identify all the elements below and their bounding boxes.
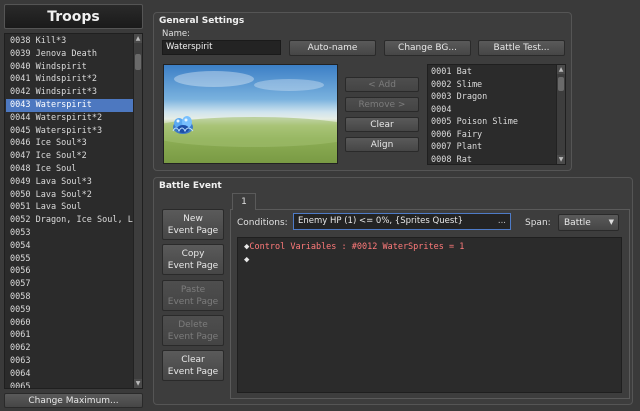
troop-list-item[interactable]: 0053 — [6, 227, 133, 240]
troop-list-item[interactable]: 0051 Lava Soul — [6, 201, 133, 214]
delete-event-page-button[interactable]: Delete Event Page — [162, 315, 224, 346]
troop-list-item[interactable]: 0063 — [6, 355, 133, 368]
troop-list-item[interactable]: 0059 — [6, 304, 133, 317]
command-diamond-icon: ◆ — [244, 255, 250, 265]
troops-panel: Troops 0038 Kill*3 0039 Jenova Death 0040 … — [0, 0, 148, 411]
troop-list-item[interactable]: 0043 Waterspirit — [6, 99, 133, 112]
ellipsis-icon[interactable]: ... — [498, 214, 506, 229]
button-label-line2: Event Page — [167, 260, 219, 271]
scroll-up-arrow-icon[interactable]: ▲ — [557, 65, 565, 74]
button-label-line1: Paste — [180, 284, 206, 295]
name-label: Name: — [162, 29, 190, 39]
troop-list[interactable]: 0038 Kill*3 0039 Jenova Death 0040 Windspi… — [4, 33, 143, 389]
troop-list-item[interactable]: 0050 Lava Soul*2 — [6, 189, 133, 202]
change-maximum-button[interactable]: Change Maximum... — [4, 393, 143, 408]
troop-list-item[interactable]: 0056 — [6, 265, 133, 278]
troop-list-item[interactable]: 0045 Waterspirit*3 — [6, 125, 133, 138]
troop-list-item[interactable]: 0054 — [6, 240, 133, 253]
battle-event-title: Battle Event — [159, 181, 222, 191]
cloud — [254, 79, 324, 91]
enemy-list-item[interactable]: 0003 Dragon — [431, 91, 555, 104]
troop-list-item[interactable]: 0048 Ice Soul — [6, 163, 133, 176]
enemy-list-item[interactable]: 0001 Bat — [431, 66, 555, 79]
troop-list-item[interactable]: 0058 — [6, 291, 133, 304]
enemy-list-item[interactable]: 0008 Rat — [431, 154, 555, 165]
change-bg-button[interactable]: Change BG... — [384, 40, 471, 56]
command-text: Control Variables : #0012 WaterSprites =… — [249, 242, 465, 252]
event-command-line[interactable]: ◆ — [244, 254, 249, 266]
enemy-list-item[interactable]: 0004 — [431, 104, 555, 117]
troop-list-item[interactable]: 0065 — [6, 381, 133, 388]
chevron-down-icon: ▼ — [608, 218, 614, 226]
waterspirit-enemy-sprite[interactable] — [170, 111, 196, 137]
enemy-list-item[interactable]: 0002 Slime — [431, 79, 555, 92]
button-label-line2: Event Page — [167, 331, 219, 342]
troop-list-item[interactable]: 0040 Windspirit — [6, 61, 133, 74]
button-label-line1: Delete — [178, 319, 208, 330]
scroll-down-arrow-icon[interactable]: ▼ — [557, 155, 565, 164]
troop-list-item[interactable]: 0047 Ice Soul*2 — [6, 150, 133, 163]
cloud — [174, 71, 254, 87]
general-settings-title: General Settings — [159, 16, 245, 26]
troop-list-item[interactable]: 0044 Waterspirit*2 — [6, 112, 133, 125]
copy-event-page-button[interactable]: Copy Event Page — [162, 244, 224, 275]
troop-list-item[interactable]: 0057 — [6, 278, 133, 291]
enemy-list-scrollbar[interactable]: ▲ ▼ — [556, 65, 565, 164]
enemy-list-item[interactable]: 0007 Plant — [431, 141, 555, 154]
troop-list-item[interactable]: 0064 — [6, 368, 133, 381]
span-select[interactable]: Battle ▼ — [558, 214, 619, 231]
enemy-list-item[interactable]: 0006 Fairy — [431, 129, 555, 142]
span-value: Battle — [564, 217, 591, 228]
scroll-up-arrow-icon[interactable]: ▲ — [134, 34, 142, 43]
add-enemy-button[interactable]: < Add — [345, 77, 419, 92]
troops-title: Troops — [4, 4, 143, 29]
troop-list-item[interactable]: 0062 — [6, 342, 133, 355]
conditions-value: Enemy HP (1) <= 0%, {Sprites Quest} — [298, 216, 464, 226]
scroll-thumb[interactable] — [135, 54, 141, 70]
clear-event-page-button[interactable]: Clear Event Page — [162, 350, 224, 381]
scroll-thumb[interactable] — [558, 77, 564, 91]
align-enemies-button[interactable]: Align — [345, 137, 419, 152]
span-label: Span: — [525, 218, 551, 228]
event-command-list[interactable]: ◆ Control Variables : #0012 WaterSprites … — [237, 237, 622, 393]
new-event-page-button[interactable]: New Event Page — [162, 209, 224, 240]
button-label-line1: New — [183, 213, 203, 224]
troop-list-item[interactable]: 0042 Windspirit*3 — [6, 86, 133, 99]
troop-list-item[interactable]: 0039 Jenova Death — [6, 48, 133, 61]
troop-list-item[interactable]: 0061 — [6, 329, 133, 342]
button-label-line2: Event Page — [167, 296, 219, 307]
troop-list-item[interactable]: 0055 — [6, 253, 133, 266]
conditions-field[interactable]: Enemy HP (1) <= 0%, {Sprites Quest} ... — [293, 213, 511, 230]
tab-page-1[interactable]: 1 — [232, 193, 256, 210]
troop-list-item[interactable]: 0049 Lava Soul*3 — [6, 176, 133, 189]
troop-list-item[interactable]: 0041 Windspirit*2 — [6, 73, 133, 86]
button-label-line1: Copy — [181, 248, 205, 259]
enemy-list-item[interactable]: 0005 Poison Slime — [431, 116, 555, 129]
troop-list-item[interactable]: 0038 Kill*3 — [6, 35, 133, 48]
paste-event-page-button[interactable]: Paste Event Page — [162, 280, 224, 311]
battle-test-button[interactable]: Battle Test... — [478, 40, 565, 56]
name-input[interactable]: Waterspirit — [162, 40, 281, 55]
clear-enemies-button[interactable]: Clear — [345, 117, 419, 132]
conditions-label: Conditions: — [237, 218, 288, 228]
auto-name-button[interactable]: Auto-name — [289, 40, 376, 56]
button-label-line1: Clear — [181, 354, 205, 365]
button-label-line2: Event Page — [167, 366, 219, 377]
scroll-down-arrow-icon[interactable]: ▼ — [134, 379, 142, 388]
remove-enemy-button[interactable]: Remove > — [345, 97, 419, 112]
troop-list-scrollbar[interactable]: ▲ ▼ — [133, 34, 142, 388]
troop-list-item[interactable]: 0052 Dragon, Ice Soul, La... — [6, 214, 133, 227]
button-label-line2: Event Page — [167, 225, 219, 236]
troop-list-item[interactable]: 0046 Ice Soul*3 — [6, 137, 133, 150]
troop-list-item[interactable]: 0060 — [6, 317, 133, 330]
event-command-line[interactable]: ◆Control Variables : #0012 WaterSprites … — [244, 241, 464, 253]
enemy-list[interactable]: 0001 Bat 0002 Slime 0003 Dragon 0004 0005 Po… — [427, 64, 566, 165]
